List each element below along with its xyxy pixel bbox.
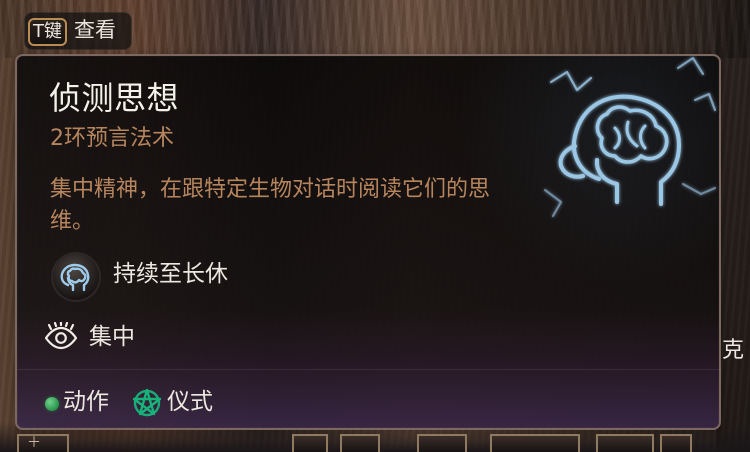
tooltip-divider bbox=[17, 369, 719, 370]
spell-name: 侦测思想 bbox=[49, 79, 180, 117]
brain-head-small-icon bbox=[60, 263, 90, 292]
action-label: 动作 bbox=[63, 389, 109, 415]
duration-text: 持续至长休 bbox=[113, 261, 228, 287]
eye-icon bbox=[44, 322, 78, 350]
brain-head-icon bbox=[543, 56, 717, 218]
inspect-key-chip: T键 bbox=[28, 18, 67, 46]
spell-tooltip: 侦测思想 2环预言法术 集中精神，在跟特定生物对话时阅读它们的思维。 持续至长休… bbox=[15, 54, 721, 430]
bottom-hud-slot[interactable] bbox=[340, 434, 380, 452]
inspect-action-label: 查看 bbox=[74, 18, 116, 42]
duration-icon bbox=[53, 254, 99, 300]
bottom-hud-slot[interactable] bbox=[417, 434, 467, 452]
spell-description: 集中精神，在跟特定生物对话时阅读它们的思维。 bbox=[50, 177, 491, 234]
ritual-label: 仪式 bbox=[167, 389, 213, 415]
bottom-hud-slot[interactable]: ＋ bbox=[17, 434, 69, 452]
bottom-hud-slot[interactable] bbox=[596, 434, 654, 452]
concentration-text: 集中 bbox=[89, 324, 135, 350]
action-dot-icon bbox=[45, 397, 59, 411]
background-right-shadow bbox=[716, 0, 750, 452]
spell-subtitle: 2环预言法术 bbox=[50, 126, 174, 151]
pentagram-icon bbox=[132, 388, 162, 417]
bottom-hud-slot[interactable] bbox=[660, 434, 692, 452]
plus-icon: ＋ bbox=[27, 435, 41, 451]
bottom-hud-slot[interactable] bbox=[292, 434, 328, 452]
bottom-hud-slot[interactable] bbox=[490, 434, 580, 452]
offscreen-side-text: 克 bbox=[722, 338, 745, 363]
